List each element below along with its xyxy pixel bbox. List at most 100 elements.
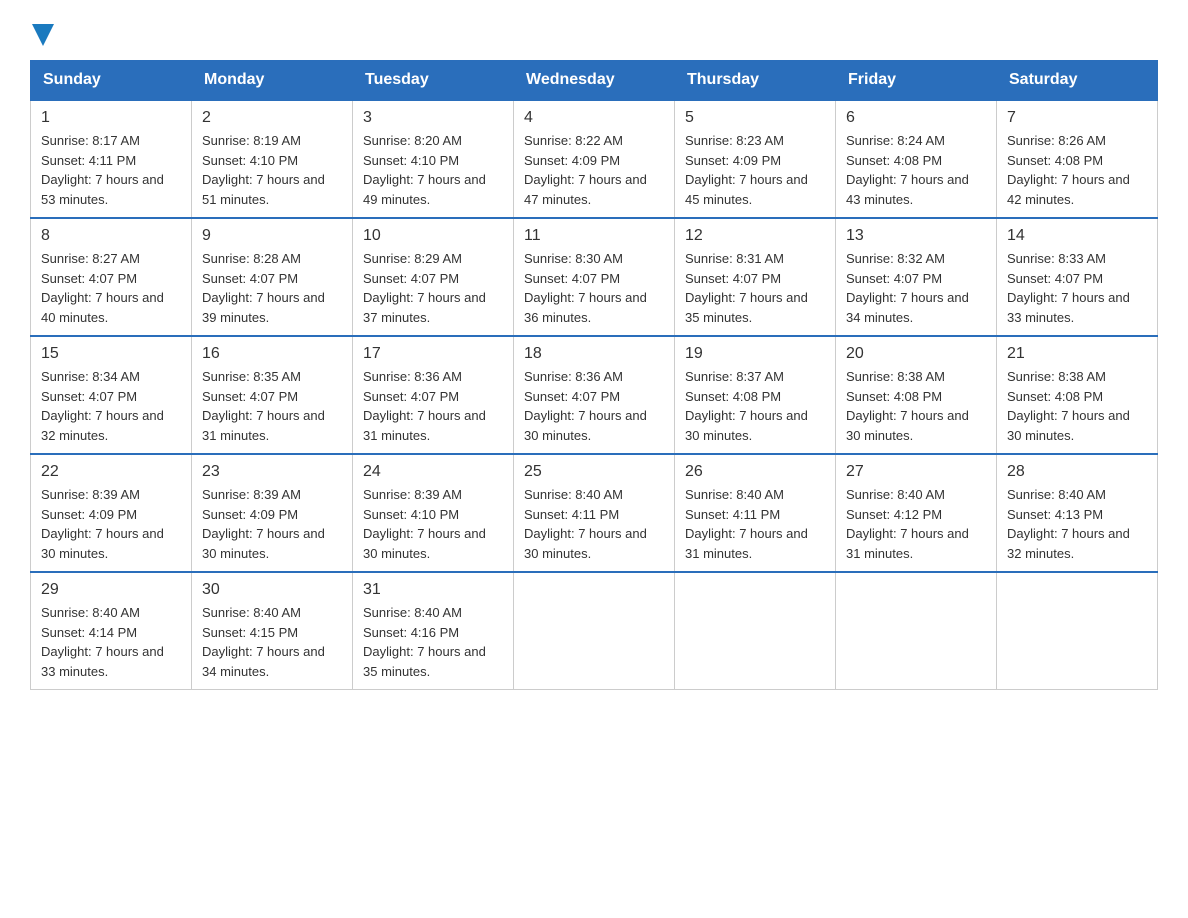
calendar-cell bbox=[997, 572, 1158, 690]
calendar-cell: 4 Sunrise: 8:22 AM Sunset: 4:09 PM Dayli… bbox=[514, 100, 675, 218]
day-info: Sunrise: 8:27 AM Sunset: 4:07 PM Dayligh… bbox=[41, 249, 181, 327]
week-row-2: 8 Sunrise: 8:27 AM Sunset: 4:07 PM Dayli… bbox=[31, 218, 1158, 336]
day-info: Sunrise: 8:19 AM Sunset: 4:10 PM Dayligh… bbox=[202, 131, 342, 209]
day-info: Sunrise: 8:35 AM Sunset: 4:07 PM Dayligh… bbox=[202, 367, 342, 445]
day-number: 23 bbox=[202, 463, 342, 481]
day-number: 27 bbox=[846, 463, 986, 481]
day-info: Sunrise: 8:34 AM Sunset: 4:07 PM Dayligh… bbox=[41, 367, 181, 445]
day-info: Sunrise: 8:28 AM Sunset: 4:07 PM Dayligh… bbox=[202, 249, 342, 327]
calendar-cell: 17 Sunrise: 8:36 AM Sunset: 4:07 PM Dayl… bbox=[353, 336, 514, 454]
day-number: 25 bbox=[524, 463, 664, 481]
day-number: 4 bbox=[524, 109, 664, 127]
weekday-header-row: SundayMondayTuesdayWednesdayThursdayFrid… bbox=[31, 61, 1158, 101]
day-number: 19 bbox=[685, 345, 825, 363]
day-info: Sunrise: 8:39 AM Sunset: 4:09 PM Dayligh… bbox=[41, 485, 181, 563]
week-row-4: 22 Sunrise: 8:39 AM Sunset: 4:09 PM Dayl… bbox=[31, 454, 1158, 572]
calendar-cell: 13 Sunrise: 8:32 AM Sunset: 4:07 PM Dayl… bbox=[836, 218, 997, 336]
weekday-header-thursday: Thursday bbox=[675, 61, 836, 101]
day-info: Sunrise: 8:29 AM Sunset: 4:07 PM Dayligh… bbox=[363, 249, 503, 327]
day-info: Sunrise: 8:38 AM Sunset: 4:08 PM Dayligh… bbox=[846, 367, 986, 445]
day-number: 8 bbox=[41, 227, 181, 245]
calendar-cell: 15 Sunrise: 8:34 AM Sunset: 4:07 PM Dayl… bbox=[31, 336, 192, 454]
day-number: 7 bbox=[1007, 109, 1147, 127]
day-number: 14 bbox=[1007, 227, 1147, 245]
day-info: Sunrise: 8:30 AM Sunset: 4:07 PM Dayligh… bbox=[524, 249, 664, 327]
day-info: Sunrise: 8:40 AM Sunset: 4:16 PM Dayligh… bbox=[363, 603, 503, 681]
day-info: Sunrise: 8:39 AM Sunset: 4:10 PM Dayligh… bbox=[363, 485, 503, 563]
weekday-header-sunday: Sunday bbox=[31, 61, 192, 101]
weekday-header-friday: Friday bbox=[836, 61, 997, 101]
calendar-cell: 22 Sunrise: 8:39 AM Sunset: 4:09 PM Dayl… bbox=[31, 454, 192, 572]
calendar-cell: 18 Sunrise: 8:36 AM Sunset: 4:07 PM Dayl… bbox=[514, 336, 675, 454]
day-number: 24 bbox=[363, 463, 503, 481]
day-number: 5 bbox=[685, 109, 825, 127]
day-number: 21 bbox=[1007, 345, 1147, 363]
day-info: Sunrise: 8:40 AM Sunset: 4:14 PM Dayligh… bbox=[41, 603, 181, 681]
day-number: 11 bbox=[524, 227, 664, 245]
day-info: Sunrise: 8:37 AM Sunset: 4:08 PM Dayligh… bbox=[685, 367, 825, 445]
weekday-header-saturday: Saturday bbox=[997, 61, 1158, 101]
day-number: 26 bbox=[685, 463, 825, 481]
day-number: 22 bbox=[41, 463, 181, 481]
day-number: 10 bbox=[363, 227, 503, 245]
week-row-5: 29 Sunrise: 8:40 AM Sunset: 4:14 PM Dayl… bbox=[31, 572, 1158, 690]
day-number: 9 bbox=[202, 227, 342, 245]
day-number: 31 bbox=[363, 581, 503, 599]
calendar-cell: 30 Sunrise: 8:40 AM Sunset: 4:15 PM Dayl… bbox=[192, 572, 353, 690]
day-info: Sunrise: 8:31 AM Sunset: 4:07 PM Dayligh… bbox=[685, 249, 825, 327]
day-info: Sunrise: 8:40 AM Sunset: 4:12 PM Dayligh… bbox=[846, 485, 986, 563]
calendar-cell: 11 Sunrise: 8:30 AM Sunset: 4:07 PM Dayl… bbox=[514, 218, 675, 336]
calendar-cell: 21 Sunrise: 8:38 AM Sunset: 4:08 PM Dayl… bbox=[997, 336, 1158, 454]
day-number: 28 bbox=[1007, 463, 1147, 481]
day-number: 12 bbox=[685, 227, 825, 245]
calendar-cell: 20 Sunrise: 8:38 AM Sunset: 4:08 PM Dayl… bbox=[836, 336, 997, 454]
calendar-cell: 26 Sunrise: 8:40 AM Sunset: 4:11 PM Dayl… bbox=[675, 454, 836, 572]
calendar-cell: 25 Sunrise: 8:40 AM Sunset: 4:11 PM Dayl… bbox=[514, 454, 675, 572]
calendar-cell: 6 Sunrise: 8:24 AM Sunset: 4:08 PM Dayli… bbox=[836, 100, 997, 218]
day-info: Sunrise: 8:40 AM Sunset: 4:15 PM Dayligh… bbox=[202, 603, 342, 681]
calendar-cell: 23 Sunrise: 8:39 AM Sunset: 4:09 PM Dayl… bbox=[192, 454, 353, 572]
calendar-cell: 2 Sunrise: 8:19 AM Sunset: 4:10 PM Dayli… bbox=[192, 100, 353, 218]
day-number: 3 bbox=[363, 109, 503, 127]
day-number: 17 bbox=[363, 345, 503, 363]
day-info: Sunrise: 8:39 AM Sunset: 4:09 PM Dayligh… bbox=[202, 485, 342, 563]
day-number: 20 bbox=[846, 345, 986, 363]
calendar-cell: 5 Sunrise: 8:23 AM Sunset: 4:09 PM Dayli… bbox=[675, 100, 836, 218]
day-info: Sunrise: 8:40 AM Sunset: 4:11 PM Dayligh… bbox=[685, 485, 825, 563]
calendar-cell: 9 Sunrise: 8:28 AM Sunset: 4:07 PM Dayli… bbox=[192, 218, 353, 336]
day-number: 13 bbox=[846, 227, 986, 245]
calendar-cell: 27 Sunrise: 8:40 AM Sunset: 4:12 PM Dayl… bbox=[836, 454, 997, 572]
day-info: Sunrise: 8:24 AM Sunset: 4:08 PM Dayligh… bbox=[846, 131, 986, 209]
weekday-header-tuesday: Tuesday bbox=[353, 61, 514, 101]
calendar-cell: 31 Sunrise: 8:40 AM Sunset: 4:16 PM Dayl… bbox=[353, 572, 514, 690]
day-number: 1 bbox=[41, 109, 181, 127]
day-info: Sunrise: 8:36 AM Sunset: 4:07 PM Dayligh… bbox=[363, 367, 503, 445]
day-number: 16 bbox=[202, 345, 342, 363]
calendar-cell bbox=[514, 572, 675, 690]
day-number: 15 bbox=[41, 345, 181, 363]
calendar-cell: 12 Sunrise: 8:31 AM Sunset: 4:07 PM Dayl… bbox=[675, 218, 836, 336]
day-info: Sunrise: 8:32 AM Sunset: 4:07 PM Dayligh… bbox=[846, 249, 986, 327]
calendar-cell: 19 Sunrise: 8:37 AM Sunset: 4:08 PM Dayl… bbox=[675, 336, 836, 454]
calendar-cell: 28 Sunrise: 8:40 AM Sunset: 4:13 PM Dayl… bbox=[997, 454, 1158, 572]
day-number: 18 bbox=[524, 345, 664, 363]
calendar-cell bbox=[675, 572, 836, 690]
day-number: 2 bbox=[202, 109, 342, 127]
weekday-header-wednesday: Wednesday bbox=[514, 61, 675, 101]
logo-triangle-icon bbox=[32, 24, 54, 46]
week-row-1: 1 Sunrise: 8:17 AM Sunset: 4:11 PM Dayli… bbox=[31, 100, 1158, 218]
calendar-cell: 14 Sunrise: 8:33 AM Sunset: 4:07 PM Dayl… bbox=[997, 218, 1158, 336]
calendar-cell: 7 Sunrise: 8:26 AM Sunset: 4:08 PM Dayli… bbox=[997, 100, 1158, 218]
day-info: Sunrise: 8:40 AM Sunset: 4:13 PM Dayligh… bbox=[1007, 485, 1147, 563]
calendar-cell: 1 Sunrise: 8:17 AM Sunset: 4:11 PM Dayli… bbox=[31, 100, 192, 218]
day-number: 29 bbox=[41, 581, 181, 599]
day-number: 6 bbox=[846, 109, 986, 127]
calendar-cell: 24 Sunrise: 8:39 AM Sunset: 4:10 PM Dayl… bbox=[353, 454, 514, 572]
calendar-cell: 3 Sunrise: 8:20 AM Sunset: 4:10 PM Dayli… bbox=[353, 100, 514, 218]
calendar-cell bbox=[836, 572, 997, 690]
weekday-header-monday: Monday bbox=[192, 61, 353, 101]
day-info: Sunrise: 8:33 AM Sunset: 4:07 PM Dayligh… bbox=[1007, 249, 1147, 327]
calendar-table: SundayMondayTuesdayWednesdayThursdayFrid… bbox=[30, 60, 1158, 690]
day-info: Sunrise: 8:20 AM Sunset: 4:10 PM Dayligh… bbox=[363, 131, 503, 209]
day-info: Sunrise: 8:40 AM Sunset: 4:11 PM Dayligh… bbox=[524, 485, 664, 563]
